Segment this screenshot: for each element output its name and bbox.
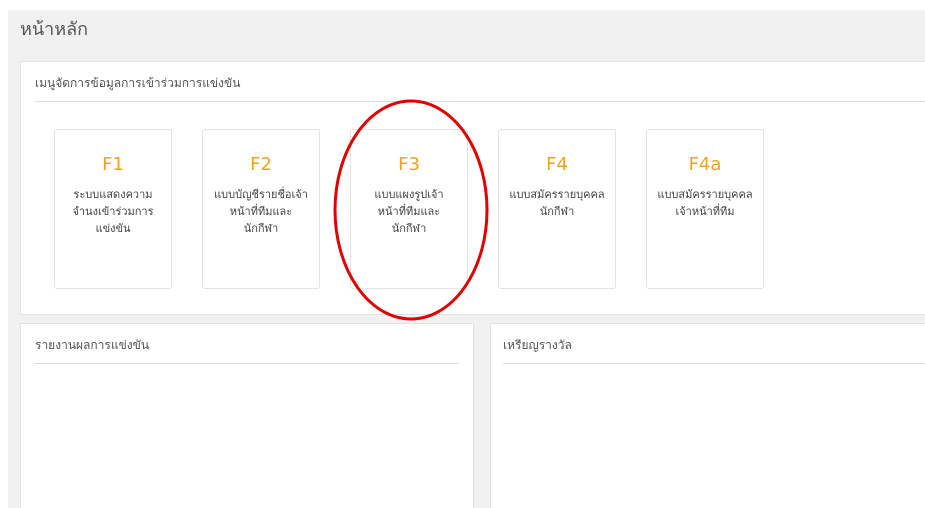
card-f2[interactable]: F2 แบบบัญชีรายชื่อเจ้าหน้าที่ทีมและนักกี…: [202, 129, 320, 289]
card-f4-label: แบบสมัครรายบุคคลนักกีฬา: [509, 188, 605, 218]
card-f1-code: F1: [102, 154, 124, 175]
card-f3-label: แบบแผงรูปเจ้าหน้าที่ทีมและนักกีฬา: [374, 188, 444, 235]
card-f4a-code: F4a: [688, 154, 722, 175]
medals-panel: เหรียญรางวัล: [490, 323, 925, 508]
card-f3-code: F3: [398, 154, 420, 175]
card-f2-code: F2: [250, 154, 272, 175]
competition-results-panel: รายงานผลการแข่งขัน: [20, 323, 474, 508]
card-f4a[interactable]: F4a แบบสมัครรายบุคคลเจ้าหน้าที่ทีม: [646, 129, 764, 289]
card-f4-code: F4: [546, 154, 568, 175]
card-f4[interactable]: F4 แบบสมัครรายบุคคลนักกีฬา: [498, 129, 616, 289]
card-f1[interactable]: F1 ระบบแสดงความจำนงเข้าร่วมการแข่งขัน: [54, 129, 172, 289]
competition-menu-panel: เมนูจัดการข้อมูลการเข้าร่วมการแข่งขัน F1…: [20, 61, 925, 315]
card-f2-label: แบบบัญชีรายชื่อเจ้าหน้าที่ทีมและนักกีฬา: [214, 188, 308, 235]
competition-menu-header: เมนูจัดการข้อมูลการเข้าร่วมการแข่งขัน: [35, 62, 925, 102]
page-title: หน้าหลัก: [20, 19, 89, 40]
medals-header: เหรียญรางวัล: [503, 324, 925, 364]
card-f1-label: ระบบแสดงความจำนงเข้าร่วมการแข่งขัน: [72, 188, 154, 235]
competition-results-header: รายงานผลการแข่งขัน: [35, 324, 459, 364]
card-f3[interactable]: F3 แบบแผงรูปเจ้าหน้าที่ทีมและนักกีฬา: [350, 129, 468, 289]
card-f4a-label: แบบสมัครรายบุคคลเจ้าหน้าที่ทีม: [657, 188, 753, 218]
